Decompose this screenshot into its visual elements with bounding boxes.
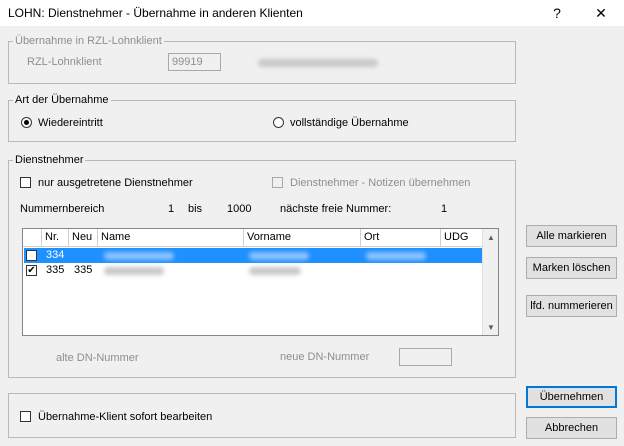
notes-checkbox [272,177,283,188]
header-check-col [23,229,42,247]
rzl-client-field: 99919 [168,53,221,71]
alle-markieren-button[interactable]: Alle markieren [526,225,617,247]
header-udg[interactable]: UDG [441,229,483,247]
marken-loeschen-button[interactable]: Marken löschen [526,257,617,279]
rzl-group-legend: Übernahme in RZL-Lohnklient [13,35,164,47]
header-neu[interactable]: Neu [69,229,98,247]
help-icon: ? [553,5,561,21]
only-left-label: nur ausgetretene Dienstnehmer [38,177,193,189]
row-name-blurred [104,267,164,275]
radio-vollstaendig[interactable] [273,117,284,128]
alte-dn-label: alte DN-Nummer [56,352,139,364]
row-checkbox[interactable] [26,250,37,261]
row-ort-blurred [366,252,426,260]
range-from[interactable]: 1 [168,203,174,215]
scroll-down-icon[interactable]: ▼ [483,319,499,335]
row-neu: 335 [74,264,93,276]
employee-list[interactable]: Nr. Neu Name Vorname Ort UDG 334 ✔ 335 3… [22,228,499,336]
abbrechen-button[interactable]: Abbrechen [526,417,617,439]
close-icon: ✕ [595,4,607,21]
header-ort[interactable]: Ort [361,229,441,247]
lfd-nummerieren-button[interactable]: lfd. nummerieren [526,295,617,317]
header-nr[interactable]: Nr. [42,229,69,247]
uebernehmen-button[interactable]: Übernehmen [526,386,617,408]
radio-vollstaendig-label: vollständige Übernahme [290,117,409,129]
header-name[interactable]: Name [98,229,244,247]
row-vorname-blurred [249,252,309,260]
edit-client-checkbox[interactable] [20,411,31,422]
row-nr: 335 [46,264,65,276]
art-group-legend: Art der Übernahme [13,94,111,106]
range-to[interactable]: 1000 [227,203,251,215]
header-vorname[interactable]: Vorname [244,229,361,247]
neue-dn-label: neue DN-Nummer [280,351,370,363]
table-row[interactable]: 334 [24,248,484,263]
dn-group-legend: Dienstnehmer [13,154,86,166]
neue-dn-field [399,348,452,366]
row-nr: 334 [46,249,65,261]
next-free-label: nächste freie Nummer: [280,203,392,215]
list-scrollbar[interactable]: ▲ ▼ [482,229,498,335]
only-left-checkbox[interactable] [20,177,31,188]
help-button[interactable]: ? [540,0,574,26]
table-row[interactable]: ✔ 335 335 [24,263,484,278]
scroll-up-icon[interactable]: ▲ [483,229,499,245]
rzl-client-label: RZL-Lohnklient [27,56,102,68]
next-free-value: 1 [441,203,448,215]
edit-client-label: Übernahme-Klient sofort bearbeiten [38,411,213,423]
row-vorname-blurred [249,267,301,275]
notes-label: Dienstnehmer - Notizen übernehmen [290,177,471,189]
row-checkbox[interactable]: ✔ [26,265,37,276]
row-name-blurred [104,252,174,260]
close-button[interactable]: ✕ [584,0,618,26]
range-bis-label: bis [188,203,203,215]
window-title: LOHN: Dienstnehmer - Übernahme in andere… [8,6,303,20]
range-label: Nummernbereich [20,203,105,215]
radio-wiedereintritt[interactable] [21,117,32,128]
radio-wiedereintritt-label: Wiedereintritt [38,117,103,129]
rzl-client-value: 99919 [172,56,203,68]
checkmark-icon: ✔ [27,265,36,276]
rzl-client-name-blurred [258,59,378,67]
